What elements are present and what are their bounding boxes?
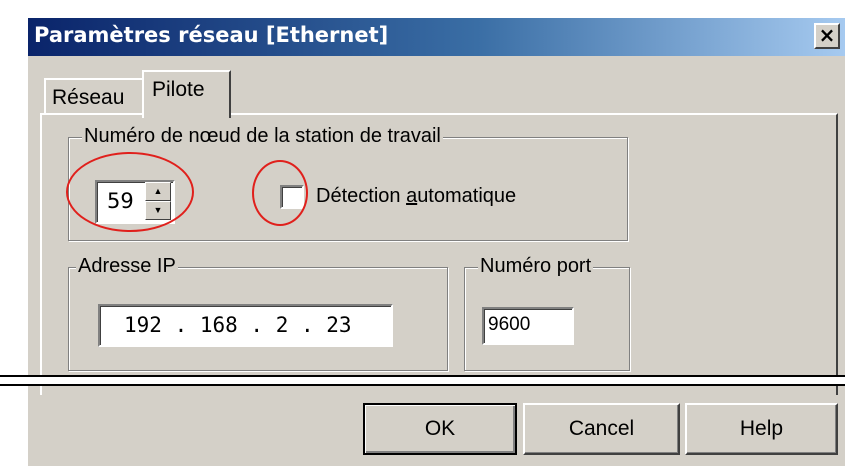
ip-address-field[interactable]: 192 . 168 . 2 . 23 — [98, 304, 393, 347]
port-field[interactable]: 9600 — [482, 307, 574, 345]
separator-gap — [0, 377, 845, 384]
node-number-group-label: Numéro de nœud de la station de travail — [82, 125, 443, 148]
auto-detect-label[interactable]: Détection automatique — [316, 185, 516, 208]
background-margin-left — [0, 0, 28, 466]
auto-detect-accelerator: a — [406, 185, 418, 207]
ip-address-value: 192 . 168 . 2 . 23 — [124, 313, 352, 337]
tab-panel-pilote: Numéro de nœud de la station de travail … — [40, 113, 838, 395]
port-group-label: Numéro port — [478, 255, 594, 278]
tab-reseau-label: Réseau — [52, 86, 125, 109]
auto-detect-label-part1: D — [316, 185, 331, 207]
separator-line-bottom — [0, 384, 845, 386]
node-number-value: 59 — [107, 189, 134, 213]
auto-detect-label-part3: utomatique — [417, 185, 517, 207]
dialog-window: Paramètres réseau [Ethernet] × Réseau Pi… — [0, 0, 845, 466]
close-icon[interactable]: × — [814, 23, 840, 49]
tab-pilote[interactable]: Pilote — [142, 70, 231, 118]
auto-detect-label-part2: étection — [330, 185, 407, 207]
ip-address-group-label: Adresse IP — [76, 255, 178, 278]
port-value: 9600 — [488, 314, 531, 335]
node-number-stepper[interactable]: ▲ ▼ — [145, 182, 173, 222]
help-button[interactable]: Help — [685, 403, 838, 455]
auto-detect-checkbox[interactable] — [280, 185, 304, 209]
window-title: Paramètres réseau [Ethernet] — [34, 23, 389, 47]
background-margin-top — [0, 0, 845, 18]
ok-button[interactable]: OK — [363, 403, 517, 455]
separator-line-top — [0, 375, 845, 377]
title-bar[interactable]: Paramètres réseau [Ethernet] × — [28, 18, 845, 56]
cancel-button[interactable]: Cancel — [523, 403, 680, 455]
spin-down-icon[interactable]: ▼ — [145, 201, 171, 220]
spin-up-icon[interactable]: ▲ — [145, 182, 171, 201]
tab-reseau[interactable]: Réseau — [44, 78, 144, 114]
tab-pilote-label: Pilote — [152, 78, 205, 101]
